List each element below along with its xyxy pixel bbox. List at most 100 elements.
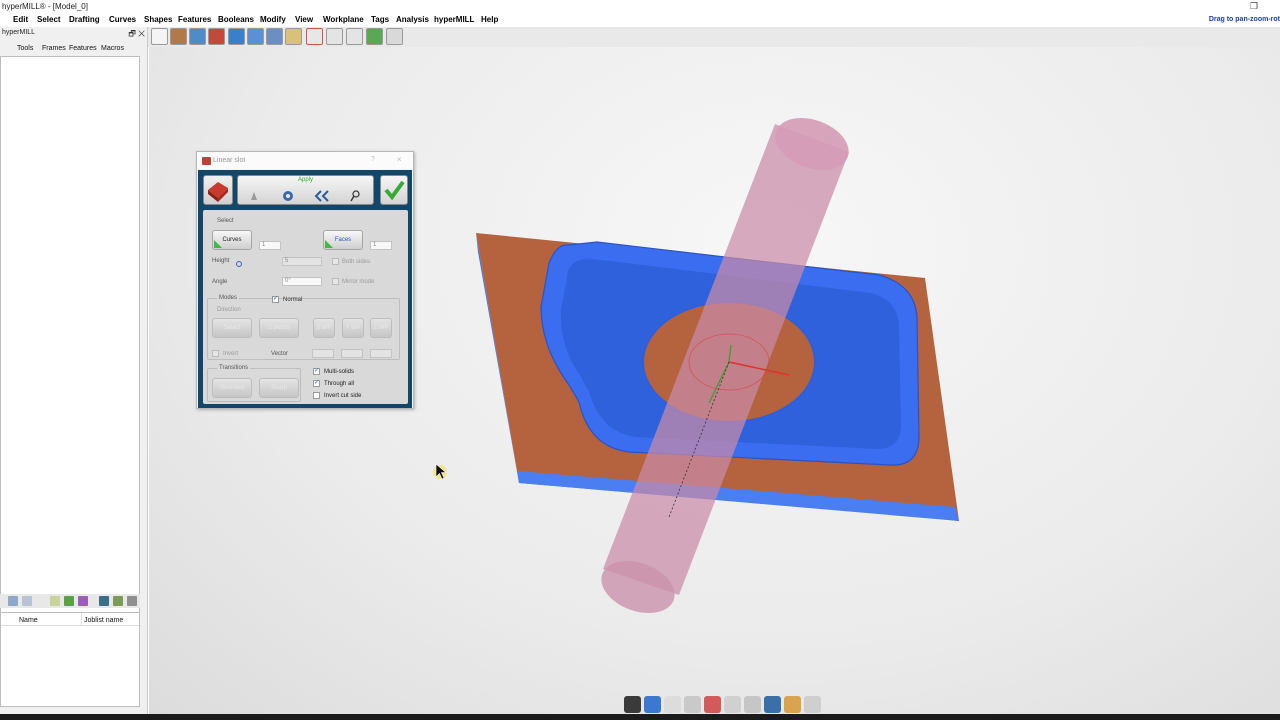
apply-button[interactable]: Apply <box>238 177 373 187</box>
height-pick-icon[interactable] <box>236 261 242 267</box>
left-panel: hyperMILL 🗗 ✕ Tools Frames Features Macr… <box>0 27 148 720</box>
help-button[interactable]: ? <box>371 156 375 163</box>
invert-cut-side-checkbox[interactable] <box>313 392 320 399</box>
curves-button-label: Curves <box>222 237 242 243</box>
menu-select[interactable]: Select <box>37 15 61 24</box>
invert-label: Invert <box>223 351 239 357</box>
two-points-button[interactable]: 2 points <box>259 318 299 338</box>
tab-features[interactable]: Features <box>69 45 97 52</box>
menu-curves[interactable]: Curves <box>109 15 136 24</box>
menu-view[interactable]: View <box>295 15 313 24</box>
globe-icon[interactable] <box>78 596 88 606</box>
multi-solids-checkbox[interactable]: ✓ <box>313 368 320 375</box>
new-file-icon[interactable] <box>151 28 168 45</box>
pen-icon[interactable] <box>266 28 283 45</box>
menu-modify[interactable]: Modify <box>260 15 286 24</box>
invert-checkbox[interactable] <box>212 350 219 357</box>
delete-icon[interactable] <box>8 596 18 606</box>
ok-button[interactable] <box>380 175 408 205</box>
curves-button[interactable]: Curves <box>212 230 252 250</box>
tab-frames[interactable]: Frames <box>42 45 66 52</box>
open-file-icon[interactable] <box>170 28 187 45</box>
menu-shapes[interactable]: Shapes <box>144 15 172 24</box>
section-icon[interactable] <box>764 696 781 713</box>
tool-wizard-icon[interactable] <box>247 28 264 45</box>
save-icon[interactable] <box>189 28 206 45</box>
gear-icon[interactable] <box>281 189 295 203</box>
undo-icon[interactable] <box>306 28 323 45</box>
sharp-button[interactable]: Sharp <box>259 378 299 398</box>
image-icon[interactable] <box>113 596 123 606</box>
tab-tools[interactable]: Tools <box>17 45 33 52</box>
frame-icon[interactable] <box>99 596 109 606</box>
menu-tags[interactable]: Tags <box>371 15 389 24</box>
dimension-icon[interactable] <box>724 696 741 713</box>
z-wp-button[interactable]: Z WP <box>370 318 392 338</box>
settings-icon[interactable] <box>127 596 137 606</box>
paint-icon[interactable] <box>684 696 701 713</box>
job-list[interactable]: Name Joblist name <box>0 612 140 707</box>
checkmark-icon <box>384 180 405 201</box>
measure-icon[interactable] <box>664 696 681 713</box>
pick-icon[interactable] <box>348 189 362 203</box>
y-wp-button[interactable]: Y WP <box>342 318 364 338</box>
through-all-checkbox[interactable]: ✓ <box>313 380 320 387</box>
taskbar-strip <box>0 714 1280 720</box>
gear-shape <box>283 191 293 201</box>
mirror-mode-checkbox[interactable] <box>332 278 339 285</box>
both-sides-checkbox[interactable] <box>332 258 339 265</box>
menu-edit[interactable]: Edit <box>13 15 28 24</box>
close-button[interactable]: × <box>397 155 402 164</box>
curve-icon[interactable] <box>744 696 761 713</box>
gear-icon[interactable] <box>228 28 245 45</box>
panel-pin-close-icons[interactable]: 🗗 ✕ <box>128 28 145 42</box>
check-icon[interactable] <box>346 28 363 45</box>
alert-icon[interactable] <box>386 28 403 45</box>
menu-drafting[interactable]: Drafting <box>69 15 100 24</box>
dialog-body: Apply Select Curves 1 Faces 1 Height 5 B… <box>198 170 412 408</box>
settings-icon[interactable] <box>804 696 821 713</box>
menu-help[interactable]: Help <box>481 15 498 24</box>
point-icon[interactable] <box>704 696 721 713</box>
header-divider <box>1 625 139 626</box>
vector-y-field[interactable] <box>341 349 363 358</box>
tool-icon[interactable] <box>50 596 60 606</box>
dialog-title-bar[interactable]: Linear slot ? × <box>197 152 413 169</box>
globe-icon[interactable] <box>644 696 661 713</box>
faces-button[interactable]: Faces <box>323 230 363 250</box>
menu-workplane[interactable]: Workplane <box>323 15 364 24</box>
vector-z-field[interactable] <box>370 349 392 358</box>
vector-x-field[interactable] <box>312 349 334 358</box>
tab-macros[interactable]: Macros <box>101 45 124 52</box>
angle-field[interactable]: 0° <box>282 277 322 286</box>
normal-label: Normal <box>283 297 303 303</box>
pin-icon[interactable] <box>247 189 261 203</box>
height-field[interactable]: 5 <box>282 257 322 266</box>
rounded-button[interactable]: Rounded <box>212 378 252 398</box>
layers-icon[interactable] <box>366 28 383 45</box>
menu-analysis[interactable]: Analysis <box>396 15 429 24</box>
layers-icon[interactable] <box>64 596 74 606</box>
menu-features[interactable]: Features <box>178 15 211 24</box>
menu-hypermill[interactable]: hyperMILL <box>434 15 474 24</box>
mirror-mode-label: Mirror mode <box>342 279 375 285</box>
check-icon[interactable] <box>22 596 32 606</box>
col-name[interactable]: Name <box>19 617 38 624</box>
record-icon[interactable] <box>208 28 225 45</box>
macro-icon[interactable] <box>285 28 302 45</box>
status-hint: Drag to pan-zoom-rot <box>1208 16 1280 23</box>
rewind-icon[interactable] <box>314 189 329 203</box>
col-joblist-name[interactable]: Joblist name <box>84 617 123 624</box>
viewport-toolbar <box>624 696 824 714</box>
job-tree[interactable] <box>0 56 140 617</box>
both-sides-label: Both sides <box>342 259 371 265</box>
redo-icon[interactable] <box>326 28 343 45</box>
normal-checkbox[interactable]: ✓ <box>272 296 279 303</box>
x-wp-button[interactable]: X WP <box>313 318 335 338</box>
shading-icon[interactable] <box>624 696 641 713</box>
restore-icon[interactable]: ❐ <box>1250 1 1258 12</box>
direction-select-button[interactable]: Select <box>212 318 252 338</box>
vector-label: Vector <box>271 351 289 357</box>
menu-booleans[interactable]: Booleans <box>218 15 254 24</box>
pencil-icon[interactable] <box>784 696 801 713</box>
